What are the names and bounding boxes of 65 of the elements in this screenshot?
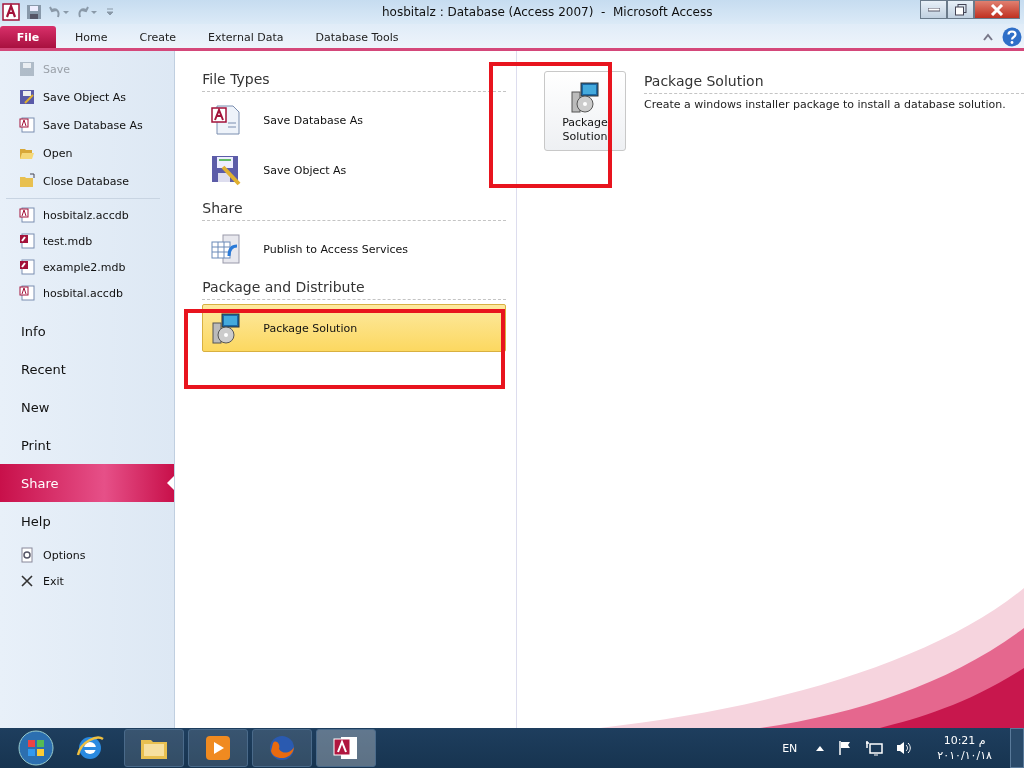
menu-command[interactable]: Save Object As bbox=[0, 83, 175, 111]
show-hidden-icons-icon[interactable] bbox=[815, 744, 826, 752]
taskbar-app[interactable] bbox=[188, 729, 248, 767]
save-icon bbox=[19, 61, 35, 77]
recent-file[interactable]: example2.mdb bbox=[0, 254, 175, 280]
backstage-tab[interactable]: New bbox=[0, 388, 175, 426]
menu-command[interactable]: Options bbox=[0, 542, 175, 568]
backstage-tab[interactable]: Recent bbox=[0, 350, 175, 388]
start-button[interactable] bbox=[16, 728, 56, 768]
detail-description: Create a windows installer package to install a database solution. bbox=[644, 98, 1007, 111]
ribbon-tab[interactable]: Create bbox=[126, 26, 190, 48]
ribbon-tab[interactable]: File bbox=[0, 26, 56, 48]
group-heading: File Types bbox=[202, 71, 271, 87]
installer-package-icon bbox=[568, 80, 602, 114]
close-icon bbox=[19, 573, 35, 589]
globe-fox-icon bbox=[267, 733, 297, 763]
help-icon[interactable] bbox=[1002, 27, 1022, 47]
detail-heading: Package Solution bbox=[644, 73, 765, 89]
taskbar-app[interactable] bbox=[124, 729, 184, 767]
package-solution-button[interactable]: Package Solution bbox=[544, 71, 626, 151]
recent-file[interactable]: test.mdb bbox=[0, 228, 175, 254]
ribbon-tab[interactable]: External Data bbox=[195, 26, 297, 48]
media-player-icon bbox=[203, 733, 233, 763]
language-indicator[interactable]: EN bbox=[782, 741, 798, 755]
recent-file[interactable]: hosbitalz.accdb bbox=[0, 202, 175, 228]
share-option[interactable]: Save Object As bbox=[202, 146, 506, 194]
share-option[interactable]: Save Database As bbox=[202, 96, 506, 144]
menu-command[interactable]: Close Database bbox=[0, 167, 175, 195]
clock-time: 10:21 م bbox=[943, 733, 986, 748]
backstage-tab[interactable]: Help bbox=[0, 502, 175, 540]
folder-icon bbox=[19, 173, 35, 189]
mdb-file-icon bbox=[19, 259, 35, 275]
database-file-icon bbox=[19, 207, 35, 223]
volume-icon[interactable] bbox=[895, 740, 914, 756]
options-icon bbox=[19, 547, 35, 563]
share-option[interactable]: Package Solution bbox=[202, 304, 506, 352]
menu-command[interactable]: Open bbox=[0, 139, 175, 167]
menu-command[interactable]: Save Database As bbox=[0, 111, 175, 139]
ribbon-tab[interactable]: Database Tools bbox=[302, 26, 412, 48]
database-file-icon bbox=[19, 117, 35, 133]
taskbar-app[interactable] bbox=[316, 729, 376, 767]
backstage-tab[interactable]: Share bbox=[0, 464, 175, 502]
close-icon bbox=[990, 3, 1004, 16]
window-title: hosbitalz : Database (Access 2007) - Microsoft Access bbox=[382, 5, 713, 19]
collapse-ribbon-icon[interactable] bbox=[982, 32, 994, 42]
restore-icon bbox=[954, 3, 967, 16]
restore-button[interactable] bbox=[947, 0, 974, 19]
backstage-tab[interactable]: Print bbox=[0, 426, 175, 464]
network-icon[interactable] bbox=[865, 740, 884, 756]
menu-command[interactable]: Exit bbox=[0, 568, 175, 594]
group-heading: Package and Distribute bbox=[202, 279, 366, 295]
minimize-button[interactable] bbox=[920, 0, 947, 19]
backstage-tab[interactable]: Info bbox=[0, 312, 175, 350]
database-file-icon bbox=[19, 285, 35, 301]
minimize-icon bbox=[927, 7, 940, 12]
mdb-file-icon bbox=[19, 233, 35, 249]
group-heading: Share bbox=[202, 200, 244, 216]
share-option[interactable]: Publish to Access Services bbox=[202, 225, 506, 273]
app-icon[interactable] bbox=[2, 3, 20, 21]
ribbon-tab[interactable]: Home bbox=[62, 26, 121, 48]
clock-date: ٢٠١٠/١٠/١٨ bbox=[937, 748, 992, 763]
save-icon[interactable] bbox=[26, 4, 42, 20]
recent-file[interactable]: hosbital.accdb bbox=[0, 280, 175, 306]
close-button[interactable] bbox=[974, 0, 1020, 19]
save-as-icon bbox=[19, 89, 35, 105]
